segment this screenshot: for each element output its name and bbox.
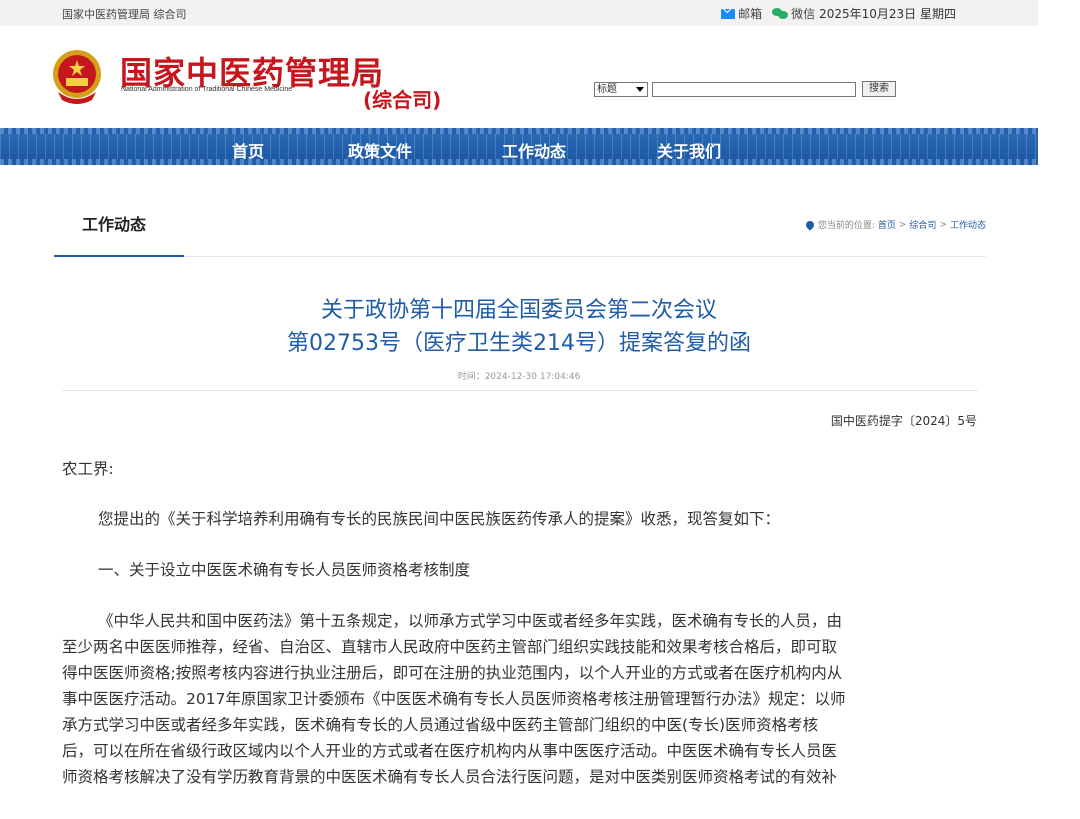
breadcrumb-prefix: 您当前的位置: <box>817 221 875 231</box>
nav-item-home[interactable]: 首页 <box>232 138 264 162</box>
search-area: 标题 搜索 <box>594 81 896 97</box>
breadcrumb-separator: > <box>898 219 907 230</box>
wechat-link[interactable]: 微信 <box>791 5 815 22</box>
search-scope-value: 标题 <box>597 83 617 95</box>
department-name: (综合司) <box>363 88 442 112</box>
breadcrumb: 您当前的位置: 首页 > 综合司 > 工作动态 <box>804 218 986 231</box>
article-body-line: 《中华人民共和国中医药法》第十五条规定，以师承方式学习中医或者经多年实践，医术确… <box>98 612 843 630</box>
article-salutation: 农工界: <box>62 460 114 478</box>
national-emblem-icon[interactable] <box>50 48 104 106</box>
article-title-line1: 关于政协第十四届全国委员会第二次会议 <box>320 298 717 323</box>
top-bar: 国家中医药管理局 综合司 邮箱 微信 2025年10月23日 星期四 <box>0 0 1038 26</box>
article-title-line2: 第02753号（医疗卫生类214号）提案答复的函 <box>287 331 751 356</box>
article-body-line: 得中医医师资格;按照考核内容进行执业注册后，即可在注册的执业范围内，以个人开业的… <box>62 664 843 682</box>
breadcrumb-home[interactable]: 首页 <box>878 218 896 231</box>
article-body-line: 事中医医疗活动。2017年原国家卫计委颁布《中医医术确有专长人员医师资格考核注册… <box>62 690 846 708</box>
chevron-down-icon <box>636 86 644 92</box>
top-right-links: 邮箱 微信 2025年10月23日 星期四 <box>721 5 956 22</box>
location-pin-icon <box>804 218 816 231</box>
nav-item-work-news[interactable]: 工作动态 <box>502 138 566 162</box>
site-logo-subtitle: National Administration of Traditional C… <box>121 86 293 93</box>
nav-item-policy[interactable]: 政策文件 <box>348 138 412 162</box>
search-scope-select[interactable]: 标题 <box>594 81 648 97</box>
section-header: 工作动态 您当前的位置: 首页 > 综合司 > 工作动态 <box>54 196 986 257</box>
article-intro: 您提出的《关于科学培养利用确有专长的民族民间中医民族医药传承人的提案》收悉，现答… <box>98 510 781 528</box>
article-body-line: 至少两名中医医师推荐，经省、自治区、直辖市人民政府中医药主管部门组织实践技能和效… <box>62 638 838 656</box>
current-date: 2025年10月23日 星期四 <box>819 7 956 21</box>
article-body-line: 师资格考核解决了没有学历教育背景的中医医术确有专长人员合法行医问题，是对中医类别… <box>62 768 838 786</box>
breadcrumb-current[interactable]: 工作动态 <box>950 218 986 231</box>
top-org-link[interactable]: 国家中医药管理局 综合司 <box>62 6 187 22</box>
article-body-line: 后，可以在所在省级行政区域内以个人开业的方式或者在医疗机构内从事中医医疗活动。中… <box>62 742 838 760</box>
section-title: 工作动态 <box>82 215 147 234</box>
breadcrumb-separator: > <box>939 219 947 230</box>
wechat-icon[interactable] <box>772 7 789 20</box>
breadcrumb-dept[interactable]: 综合司 <box>909 218 936 231</box>
search-button[interactable]: 搜索 <box>862 81 896 97</box>
document-number: 国中医药提字〔2024〕5号 <box>830 414 977 428</box>
title-divider <box>62 390 978 391</box>
mail-link[interactable]: 邮箱 <box>738 5 762 22</box>
site-header: 国家中医药管理局 National Administration of Trad… <box>0 26 1038 128</box>
nav-item-about[interactable]: 关于我们 <box>657 138 721 162</box>
section-title-underline <box>54 255 184 257</box>
search-input[interactable] <box>652 81 856 97</box>
article-body-line: 承方式学习中医或者经多年实践，医术确有专长的人员通过省级中医药主管部门组织的中医… <box>62 716 819 734</box>
mail-icon[interactable] <box>721 8 736 19</box>
article-heading-1: 一、关于设立中医医术确有专长人员医师资格考核制度 <box>98 561 471 579</box>
article-publish-time: 时间：2024-12-30 17:04:46 <box>457 372 581 382</box>
main-nav: 首页 政策文件 工作动态 关于我们 <box>0 128 1038 165</box>
